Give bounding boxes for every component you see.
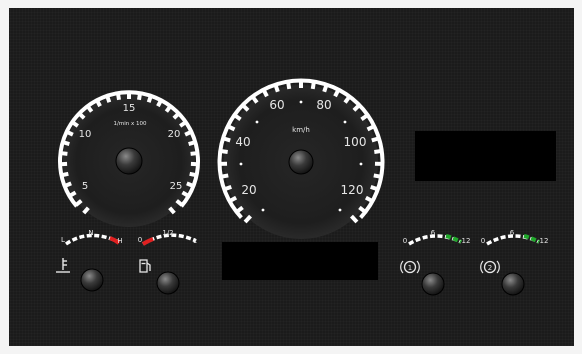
speed-scale-tick xyxy=(352,103,362,112)
tach-tick-25: 25 xyxy=(170,181,183,192)
speed-tick-20: 20 xyxy=(241,183,256,197)
brake2-low-label: 0 xyxy=(481,237,485,245)
speed-scale-tick xyxy=(219,148,228,154)
brake1-high-label: 12 xyxy=(462,237,471,245)
tachometer: 5 10 15 20 25 1/min x 100 xyxy=(58,90,200,227)
brake2-gauge-knob[interactable] xyxy=(501,272,525,296)
instrument-cluster: 5 10 15 20 25 1/min x 100 20 40 60 80 10… xyxy=(9,8,574,346)
tach-scale-tick xyxy=(115,92,121,101)
tach-scale-tick xyxy=(137,92,143,101)
tach-scale-tick xyxy=(146,94,153,103)
fuel-low-label: 0 xyxy=(138,236,142,244)
tach-scale-tick xyxy=(62,140,70,146)
tach-scale-tick xyxy=(65,129,74,137)
speed-tick-40: 40 xyxy=(235,135,250,149)
brake-pressure-gauge-1: 0 6 12 1 xyxy=(400,229,471,296)
tach-scale-tick xyxy=(61,171,69,178)
speed-scale-tick xyxy=(371,136,381,143)
fuel-pump-icon xyxy=(139,259,151,273)
brake1-low-label: 0 xyxy=(403,237,407,245)
tach-reset-knob[interactable] xyxy=(115,147,143,175)
speed-tick-120: 120 xyxy=(341,183,364,197)
brake-circuit-1-icon: 1 xyxy=(400,260,420,274)
fuel-gauge: 0 1/2 1 xyxy=(138,229,197,295)
tach-tick-5: 5 xyxy=(82,181,88,192)
speed-scale-tick xyxy=(240,103,250,112)
speed-scale-tick xyxy=(243,214,252,224)
speed-scale-tick xyxy=(286,80,292,90)
speed-scale-tick xyxy=(360,113,370,121)
brake1-gauge-knob[interactable] xyxy=(421,272,445,296)
speed-scale-tick xyxy=(221,136,231,143)
tach-scale-tick xyxy=(105,94,112,103)
speed-scale-tick xyxy=(374,148,383,154)
temp-high-label: H xyxy=(117,237,122,245)
tach-scale-tick xyxy=(63,181,72,188)
brake-circuit-2-icon: 2 xyxy=(480,260,500,274)
speed-scale-tick xyxy=(322,83,329,93)
tach-tick-20: 20 xyxy=(168,129,181,140)
speed-tick-60: 60 xyxy=(269,98,284,112)
speed-scale-tick xyxy=(273,83,280,93)
brake-pressure-gauge-2: 0 6 12 2 xyxy=(480,229,549,296)
speed-scale-tick xyxy=(232,113,242,121)
trip-reset-knob[interactable] xyxy=(288,149,314,175)
svg-text:1: 1 xyxy=(408,264,412,272)
fuel-high-label: 1 xyxy=(193,237,197,245)
speed-scale-tick xyxy=(220,173,229,179)
tach-scale-tick xyxy=(60,151,68,156)
tach-tick-10: 10 xyxy=(79,129,92,140)
tach-scale-tick xyxy=(189,171,197,178)
temp-low-label: L xyxy=(61,236,65,244)
temperature-gauge: L N H xyxy=(56,229,123,292)
temp-mid-label: N xyxy=(88,229,93,237)
speed-scale-tick xyxy=(235,205,244,214)
tach-unit-label: 1/min x 100 xyxy=(114,121,147,127)
tach-scale-tick xyxy=(188,140,196,146)
speed-scale-tick xyxy=(358,205,367,214)
brake1-mid-label: 6 xyxy=(431,229,436,237)
speed-scale-tick xyxy=(370,184,379,192)
tach-scale-tick xyxy=(184,129,193,137)
speed-scale-tick xyxy=(373,173,382,179)
speed-scale-tick xyxy=(223,184,232,192)
speed-scale-tick xyxy=(310,80,316,90)
speed-scale-tick xyxy=(343,94,352,104)
speed-unit-label: km/h xyxy=(292,126,310,134)
speed-scale-tick xyxy=(250,94,259,104)
tach-tick-15: 15 xyxy=(123,103,136,114)
tach-scale-tick xyxy=(190,151,198,156)
svg-text:2: 2 xyxy=(488,264,492,272)
brake2-mid-label: 6 xyxy=(510,229,515,237)
coolant-temperature-icon xyxy=(56,258,70,273)
tach-scale-tick xyxy=(186,181,195,188)
speed-tick-80: 80 xyxy=(316,98,331,112)
temp-gauge-knob[interactable] xyxy=(80,268,104,292)
fuel-gauge-knob[interactable] xyxy=(156,271,180,295)
speed-scale-tick xyxy=(350,214,359,224)
fuel-mid-label: 1/2 xyxy=(162,229,173,237)
speedometer: 20 40 60 80 100 120 km/h xyxy=(217,78,385,239)
speed-tick-100: 100 xyxy=(344,135,367,149)
gauges-svg: 5 10 15 20 25 1/min x 100 20 40 60 80 10… xyxy=(56,78,549,296)
brake2-high-label: 12 xyxy=(540,237,549,245)
